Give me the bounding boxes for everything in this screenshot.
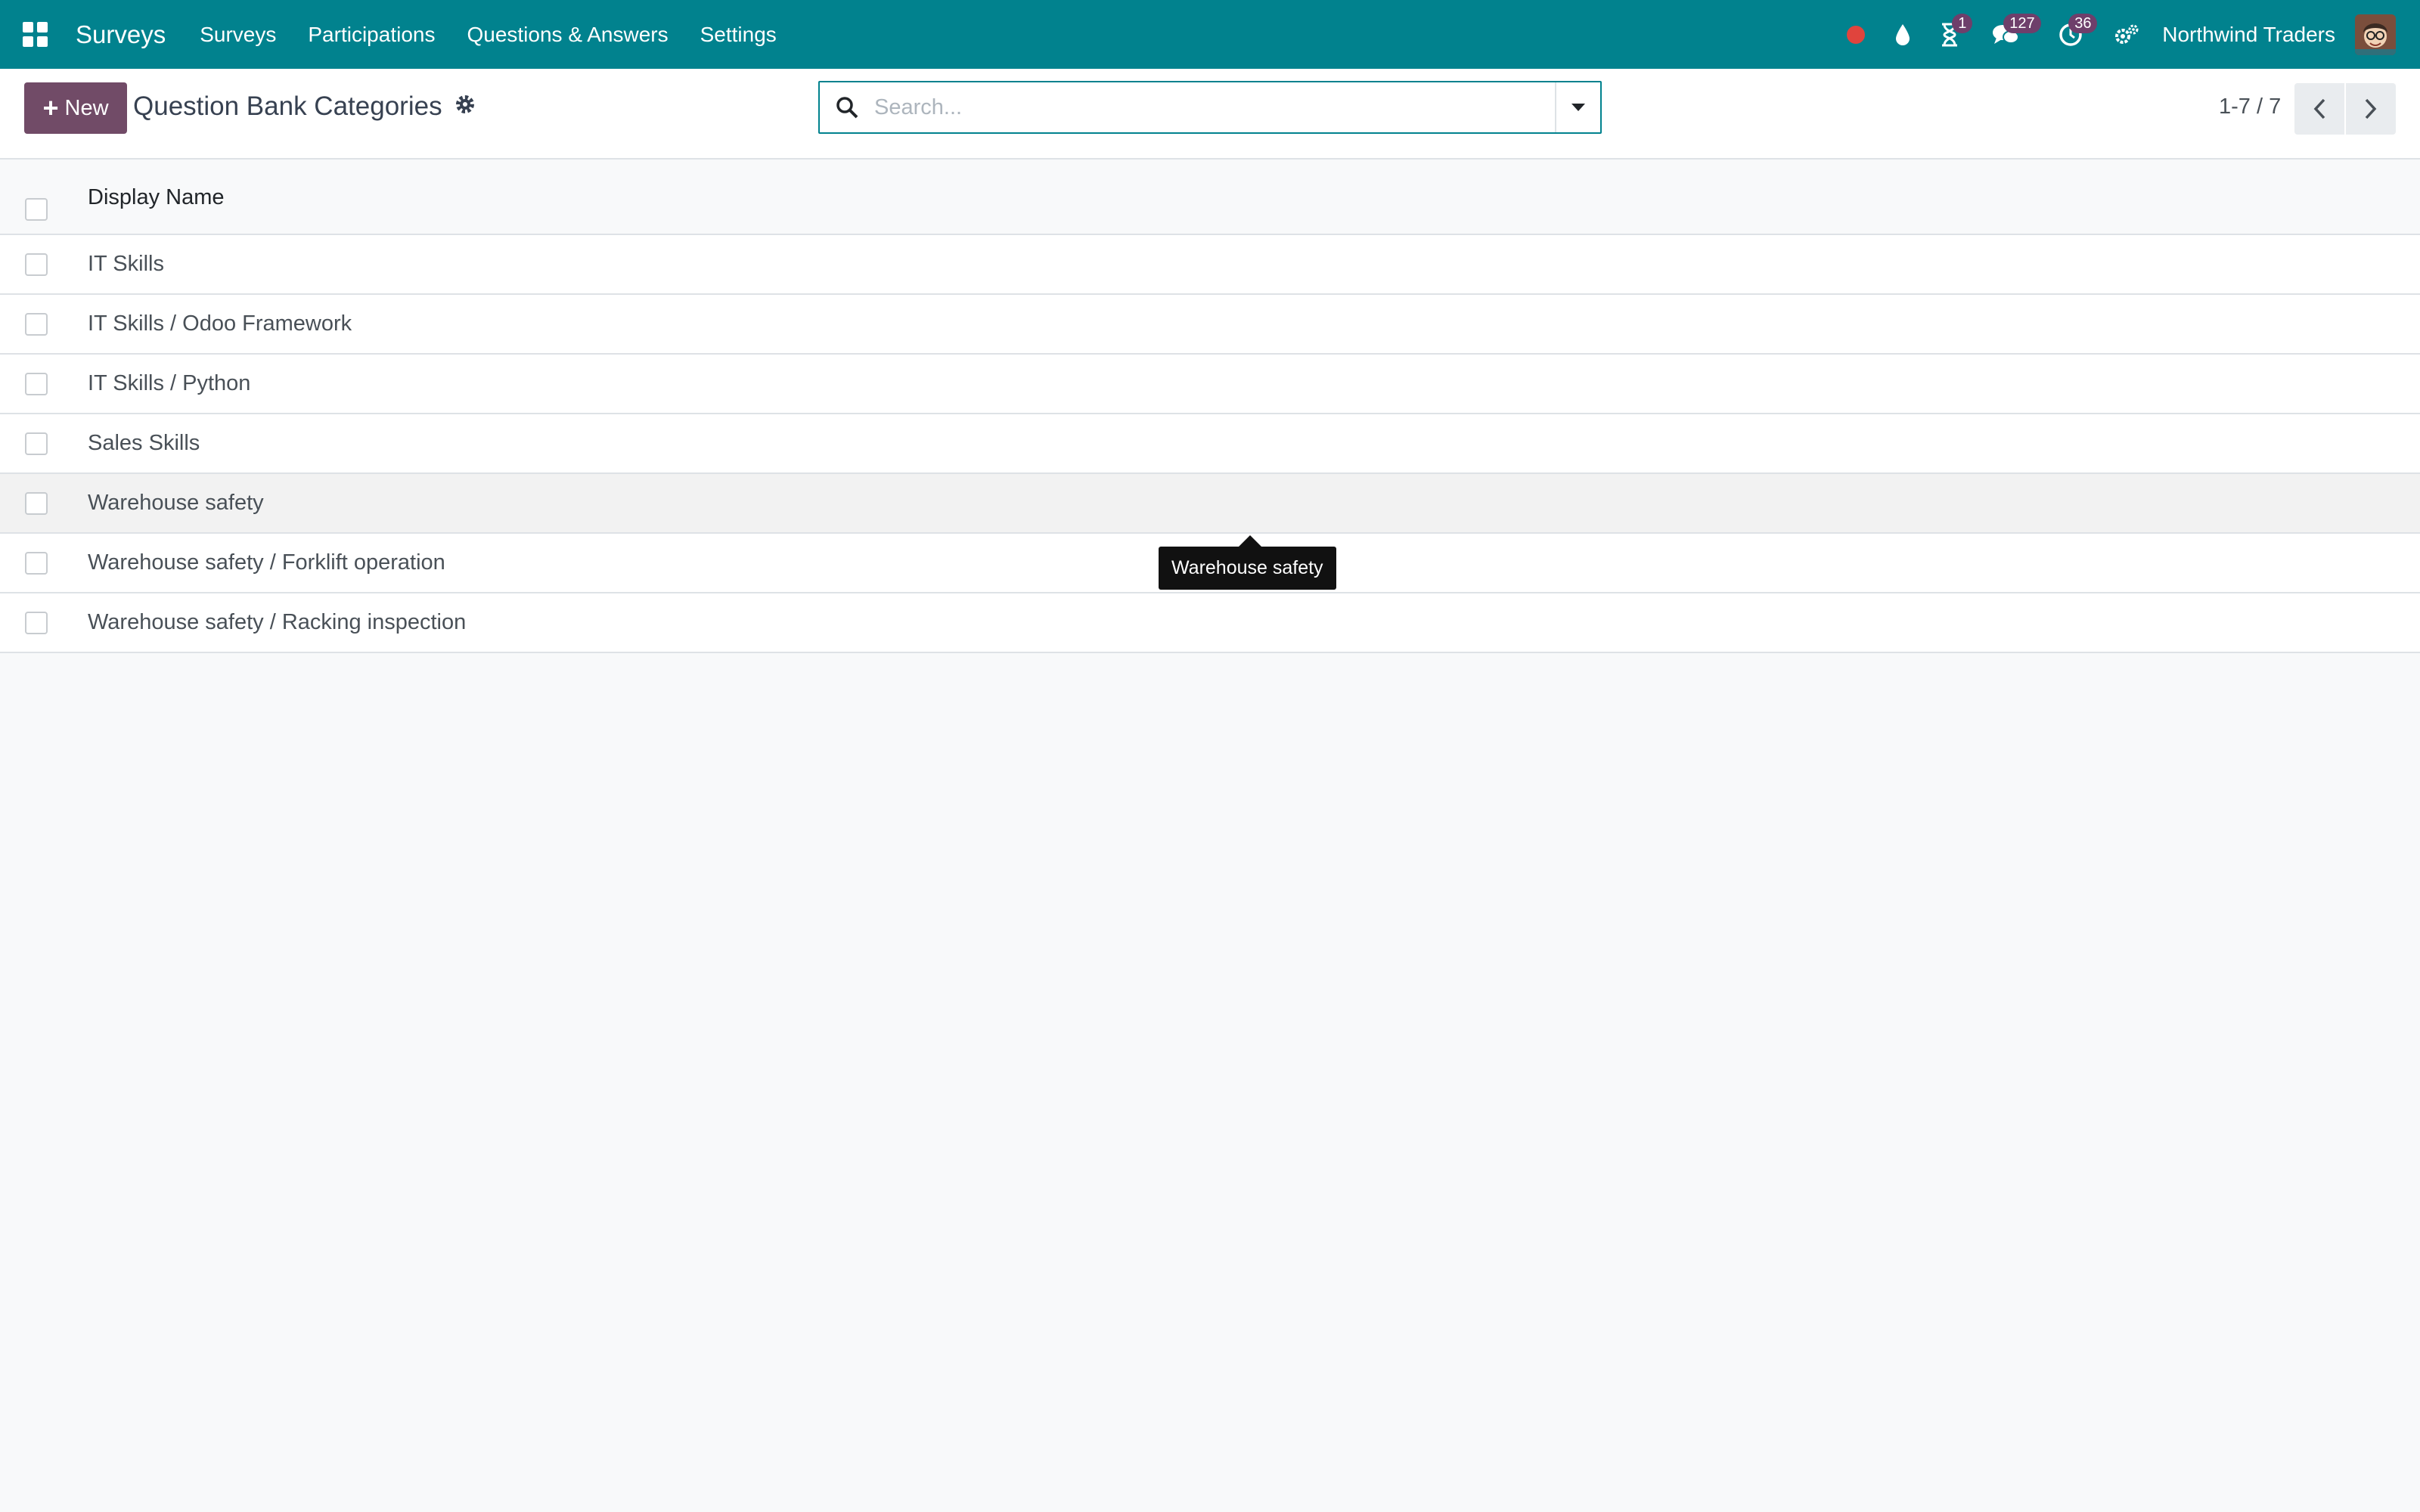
messages-button[interactable]: 127 xyxy=(1973,0,2041,69)
new-button-label: New xyxy=(64,95,109,120)
pager-next-button[interactable] xyxy=(2346,83,2396,135)
actions-gear-button[interactable] xyxy=(454,93,476,119)
row-tooltip: Warehouse safety xyxy=(1159,547,1336,590)
table-row[interactable]: IT Skills / Odoo Framework xyxy=(0,295,2420,355)
search-input[interactable] xyxy=(874,82,1555,132)
row-checkbox[interactable] xyxy=(25,432,48,455)
row-checkbox[interactable] xyxy=(25,491,48,515)
table-row[interactable]: IT Skills / Python xyxy=(0,355,2420,414)
row-display-name: IT Skills / Odoo Framework xyxy=(88,311,352,336)
user-avatar[interactable] xyxy=(2355,14,2396,55)
app-switcher-button[interactable] xyxy=(0,0,70,69)
row-display-name: Warehouse safety / Forklift operation xyxy=(88,550,445,575)
search-icon xyxy=(820,95,874,119)
select-all-checkbox[interactable] xyxy=(25,198,48,221)
clock-badge: 36 xyxy=(2068,14,2098,33)
apps-grid-icon xyxy=(22,22,48,47)
table-row[interactable]: Warehouse safety xyxy=(0,474,2420,534)
tooltip-arrow xyxy=(1239,535,1261,547)
menu-surveys[interactable]: Surveys xyxy=(184,0,292,69)
new-button[interactable]: + New xyxy=(24,82,127,134)
caret-down-icon xyxy=(1571,104,1585,111)
table-row[interactable]: Sales Skills xyxy=(0,414,2420,474)
menu-settings[interactable]: Settings xyxy=(684,0,793,69)
avatar-image-icon xyxy=(2355,14,2396,55)
activity-badge: 1 xyxy=(1952,14,1973,33)
gear-icon xyxy=(456,95,474,113)
row-checkbox[interactable] xyxy=(25,372,48,395)
pager-value[interactable]: 1-7 / 7 xyxy=(2219,94,2281,119)
drop-button[interactable] xyxy=(1879,0,1926,69)
chevron-right-icon xyxy=(2365,98,2377,119)
row-display-name: IT Skills xyxy=(88,252,164,276)
app-brand[interactable]: Surveys xyxy=(76,20,166,49)
plus-icon: + xyxy=(42,92,59,123)
systray: 1 127 36 Northwind Traders xyxy=(1832,0,2420,69)
row-checkbox[interactable] xyxy=(25,611,48,634)
search-options-toggle[interactable] xyxy=(1555,82,1600,132)
menu-questions-answers[interactable]: Questions & Answers xyxy=(451,0,684,69)
status-dot-icon xyxy=(1847,25,1866,44)
gears-icon xyxy=(2115,24,2139,44)
activity-button[interactable]: 1 xyxy=(1926,0,1973,69)
top-navbar: Surveys Surveys Participations Questions… xyxy=(0,0,2420,69)
row-checkbox[interactable] xyxy=(25,312,48,336)
debug-settings-button[interactable] xyxy=(2103,0,2150,69)
messages-badge: 127 xyxy=(2003,14,2041,33)
control-panel: + New Question Bank Categories 1-7 / 7 xyxy=(0,69,2420,160)
table-row[interactable]: Warehouse safety / Racking inspection xyxy=(0,593,2420,653)
menu-participations[interactable]: Participations xyxy=(292,0,451,69)
row-display-name: Warehouse safety xyxy=(88,491,264,515)
chevron-left-icon xyxy=(2313,98,2325,119)
row-checkbox[interactable] xyxy=(25,551,48,575)
row-display-name: Sales Skills xyxy=(88,431,200,455)
row-checkbox[interactable] xyxy=(25,253,48,276)
water-drop-icon xyxy=(1896,23,1910,45)
page-title: Question Bank Categories xyxy=(133,91,442,121)
table-row[interactable]: IT Skills xyxy=(0,235,2420,295)
company-switcher[interactable]: Northwind Traders xyxy=(2162,23,2335,47)
status-dot-button[interactable] xyxy=(1832,0,1879,69)
row-display-name: IT Skills / Python xyxy=(88,371,251,395)
list-header: Display Name xyxy=(0,160,2420,235)
row-display-name: Warehouse safety / Racking inspection xyxy=(88,610,467,634)
search-bar xyxy=(818,81,1602,134)
pager-previous-button[interactable] xyxy=(2294,83,2344,135)
column-header-display-name[interactable]: Display Name xyxy=(88,185,225,210)
clock-button[interactable]: 36 xyxy=(2038,0,2103,69)
